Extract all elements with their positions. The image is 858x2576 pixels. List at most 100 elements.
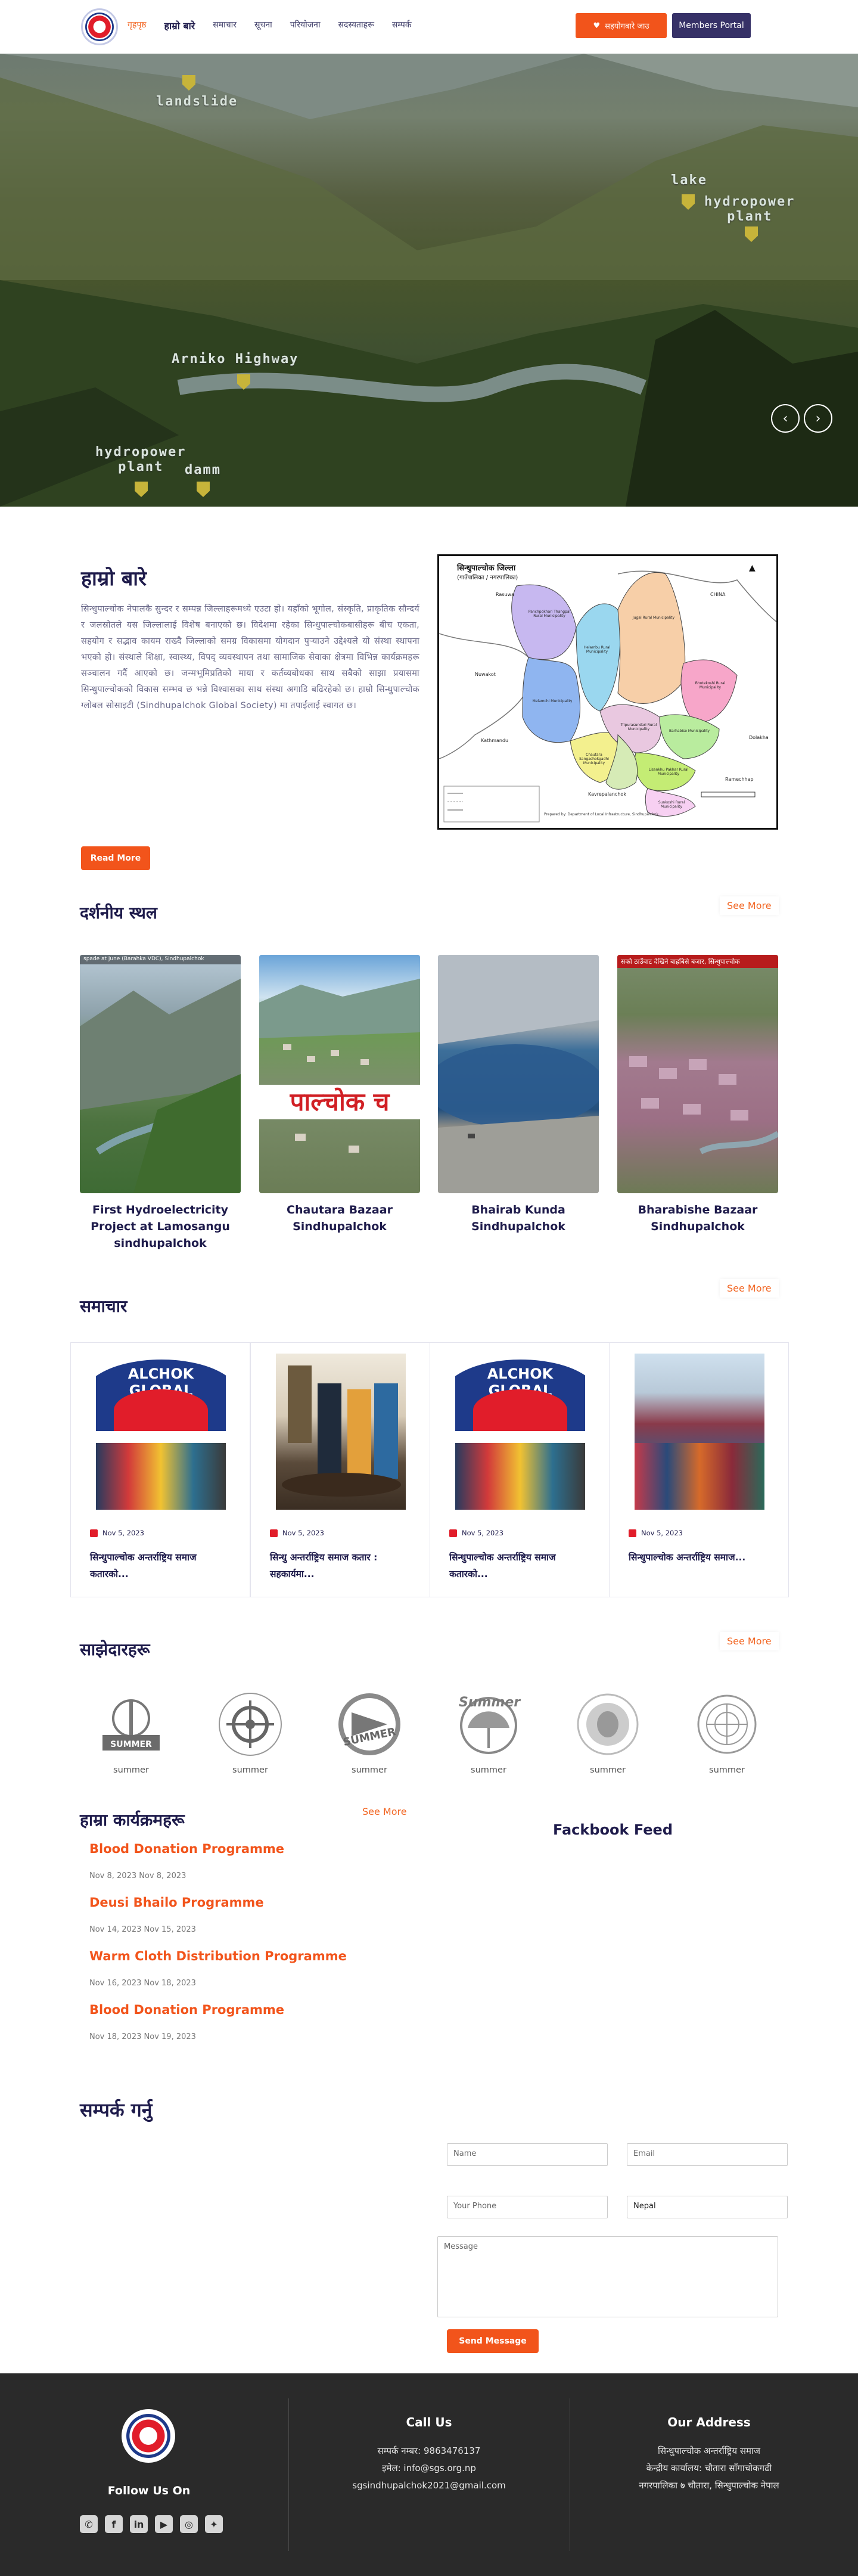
partner-item[interactable]: SUMMER summer [92,1687,170,1775]
programs-heading: हाम्रा कार्यक्रमहरू [80,1810,185,1830]
place-card[interactable]: सको ठाउँबाट देखिने बाह्रबिसे बजार, सिन्ध… [617,955,778,1235]
partners-see-more-link[interactable]: See More [720,1632,779,1650]
donate-button[interactable]: ♥ सहयोगबारे जाउ [576,13,667,38]
news-heading: समाचार [80,1296,128,1316]
logo-emblem-icon [85,13,114,41]
nav-news[interactable]: समाचार [213,19,237,32]
place-card[interactable]: spade at june (Barahka VDC), Sindhupalch… [80,955,241,1252]
our-address-heading: Our Address [667,2415,751,2429]
slider-next-button[interactable]: › [804,404,832,433]
places-heading: दर्शनीय स्थल [80,903,157,923]
about-body: सिन्धुपाल्चोक नेपालकै सुन्दर र सम्पन्न ज… [81,604,419,710]
hero-label-landslide: landslide [156,94,238,109]
partner-badge-text: Summer [459,1695,521,1710]
footer-address-line: केन्द्रीय कार्यालय: चौतारा साँगाचोकगढी [646,2463,772,2473]
site-footer: Follow Us On ✆ f in ▶ ◎ ✦ Call Us सम्पर्… [0,2373,858,2576]
news-title[interactable]: सिन्धुपाल्चोक अन्तर्राष्ट्रिय समाज कतारक… [90,1549,233,1582]
message-textarea[interactable]: Message [437,2236,778,2317]
map-neighbor-label: Rasuwa [496,592,514,597]
instagram-icon[interactable]: ◎ [180,2515,198,2533]
footer-logo[interactable] [122,2409,175,2463]
partner-caption: summer [709,1765,745,1775]
contact-heading: सम्पर्क गर्नु [80,2099,153,2121]
nav-contact[interactable]: सम्पर्क [392,19,412,32]
about-heading: हाम्रो बारे [81,567,147,591]
place-card[interactable]: Bhairab Kunda Sindhupalchok [438,955,599,1235]
nav-projects[interactable]: परियोजना [290,19,321,32]
follow-us-heading: Follow Us On [107,2484,191,2497]
news-title[interactable]: सिन्धुपाल्चोक अन्तर्राष्ट्रिय समाज कतारक… [449,1549,592,1582]
footer-email-alt[interactable]: sgsindhupalchok2021@gmail.com [310,2477,548,2494]
nav-home[interactable]: गृहपृष्ठ [128,19,147,32]
partner-item[interactable]: summer [688,1687,766,1775]
partner-item[interactable]: Summer summer [450,1687,527,1775]
partner-logo [331,1687,408,1762]
place-image [438,955,599,1193]
news-date-text: Nov 5, 2023 [641,1529,683,1537]
ship-wheel-icon [219,1693,282,1756]
news-see-more-link[interactable]: See More [720,1279,779,1298]
programs-see-more-link[interactable]: See More [362,1806,407,1817]
news-date-text: Nov 5, 2023 [282,1529,324,1537]
map-neighbor-label: Kathmandu [481,738,509,743]
site-header: गृहपृष्ठ हाम्रो बारे समाचार सूचना परियोज… [0,0,858,54]
news-image: ALCHOK GLOBAL [96,1354,226,1510]
footer-email[interactable]: इमेल: info@sgs.org.np [310,2460,548,2477]
program-title[interactable]: Blood Donation Programme [89,2003,284,2017]
footer-address-line: नगरपालिका ७ चौतारा, सिन्धुपाल्चोक नेपाल [639,2480,779,2491]
country-select[interactable]: Nepal [627,2196,788,2218]
partner-caption: summer [113,1765,149,1775]
map-region-label: Tripurasundari Rural Municipality [620,723,657,731]
place-caption: Bhairab Kunda Sindhupalchok [471,1203,565,1233]
site-logo[interactable] [81,8,118,45]
footer-address-line: सिन्धुपाल्चोक अन्तर्राष्ट्रिय समाज [658,2445,760,2456]
map-region-label: Helambu Rural Municipality [583,645,611,654]
place-image-overlay: पाल्चोक च [259,1085,420,1119]
partner-caption: summer [232,1765,268,1775]
email-input[interactable]: Email [627,2143,788,2166]
youtube-icon[interactable]: ▶ [155,2515,173,2533]
map-region-label: Bhotekoshi Rural Municipality [695,681,726,690]
news-card[interactable]: Nov 5, 2023 सिन्धु अन्तर्राष्ट्रिय समाज … [250,1342,430,1597]
news-image [635,1354,764,1510]
program-title[interactable]: Warm Cloth Distribution Programme [89,1949,347,1963]
program-title[interactable]: Blood Donation Programme [89,1842,284,1856]
facebook-icon[interactable]: f [105,2515,123,2533]
map-region-label: Panchpokhari Thangpal Rural Municipality [528,610,571,618]
phone-input[interactable]: Your Phone [447,2196,608,2218]
map-footer-note: Prepared by: Department of Local Infrast… [544,812,658,817]
partner-item[interactable]: summer [212,1687,289,1775]
footer-phone: सम्पर्क नम्बर: 9863476137 [377,2445,481,2456]
news-title[interactable]: सिन्धुपाल्चोक अन्तर्राष्ट्रिय समाज... [629,1549,772,1566]
linkedin-icon[interactable]: in [130,2515,148,2533]
news-card[interactable]: Nov 5, 2023 सिन्धुपाल्चोक अन्तर्राष्ट्रि… [609,1342,789,1597]
news-image [276,1354,406,1510]
news-date: Nov 5, 2023 [449,1529,503,1537]
members-portal-button[interactable]: Members Portal [672,13,751,38]
partner-logo [569,1687,646,1762]
partner-item[interactable]: summer [569,1687,646,1775]
nav-notice[interactable]: सूचना [254,19,272,32]
program-dates: Nov 8, 2023 Nov 8, 2023 [89,1872,186,1880]
social-links: ✆ f in ▶ ◎ ✦ [80,2515,223,2533]
news-card[interactable]: ALCHOK GLOBAL Nov 5, 2023 सिन्धुपाल्चोक … [430,1342,610,1597]
phone-icon[interactable]: ✆ [80,2515,98,2533]
map-region-label: Lisankhu Pakhar Rural Municipality [648,768,689,776]
anchor-icon [102,1699,160,1751]
nav-about[interactable]: हाम्रो बारे [164,19,195,32]
news-card[interactable]: ALCHOK GLOBAL Nov 5, 2023 सिन्धुपाल्चोक … [70,1342,250,1597]
hero-label-lake: lake [671,173,707,188]
partner-item[interactable]: SUMMER summer [331,1687,408,1775]
name-input[interactable]: Name [447,2143,608,2166]
read-more-button[interactable]: Read More [81,846,150,870]
nav-memberships[interactable]: सदस्यताहरू [338,19,374,32]
places-see-more-link[interactable]: See More [720,896,779,915]
news-title[interactable]: सिन्धु अन्तर्राष्ट्रिय समाज कतार : सहकार… [270,1549,413,1582]
program-title[interactable]: Deusi Bhailo Programme [89,1895,264,1910]
send-message-button[interactable]: Send Message [447,2329,539,2353]
hero-label-damm: damm [185,463,221,477]
slider-prev-button[interactable]: ‹ [771,404,800,433]
place-card[interactable]: पाल्चोक च Chautara Bazaar Sindhupalchok [259,955,420,1235]
twitter-icon[interactable]: ✦ [205,2515,223,2533]
place-image: spade at june (Barahka VDC), Sindhupalch… [80,955,241,1193]
